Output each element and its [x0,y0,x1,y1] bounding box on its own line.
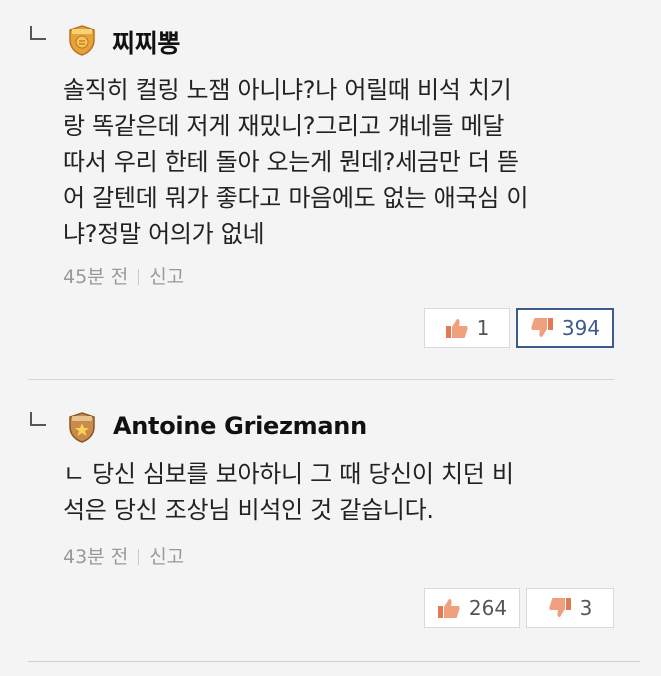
comment-meta: 43분 전 신고 [63,542,184,569]
comment-meta: 45분 전 신고 [63,262,184,289]
like-count: 264 [468,596,508,620]
report-link[interactable]: 신고 [149,266,184,288]
comment-item: Antoine Griezmann ㄴ 당신 심보를 보아하니 그 때 당신이 … [0,380,661,662]
comment-username[interactable]: 찌찌뽕 [112,24,180,60]
comment-time: 45분 전 [63,266,129,288]
reply-indicator-icon [30,412,46,426]
thumbs-up-icon [437,599,460,618]
comment-text: ㄴ 당신 심보를 보아하니 그 때 당신이 치던 비 석은 당신 조상님 비석인… [63,460,514,524]
thumbs-up-icon [445,319,468,338]
thumbs-down-icon [548,598,571,617]
bronze-star-badge-icon [69,412,95,443]
like-count: 1 [476,316,490,340]
dislike-button[interactable]: 3 [526,588,614,628]
like-button[interactable]: 264 [424,588,520,628]
thumbs-down-icon [531,318,553,337]
report-link[interactable]: 신고 [149,546,184,568]
comment-time: 43분 전 [63,546,129,568]
meta-divider [138,549,140,565]
dislike-button[interactable]: 394 [516,308,614,348]
dislike-count: 3 [579,596,593,620]
meta-divider [138,269,140,285]
gold-shield-badge-icon [69,25,95,56]
reply-indicator-icon [30,26,46,40]
dislike-count: 394 [561,316,601,340]
comment-text: 솔직히 컬링 노잼 아니냐?나 어릴때 비석 치기 랑 똑같은데 저게 재밌니?… [63,76,529,248]
comment-username[interactable]: Antoine Griezmann [113,412,367,440]
like-button[interactable]: 1 [424,308,510,348]
comment-item: 찌찌뽕 솔직히 컬링 노잼 아니냐?나 어릴때 비석 치기 랑 똑같은데 저게 … [0,0,661,380]
list-bottom-divider [28,661,640,662]
